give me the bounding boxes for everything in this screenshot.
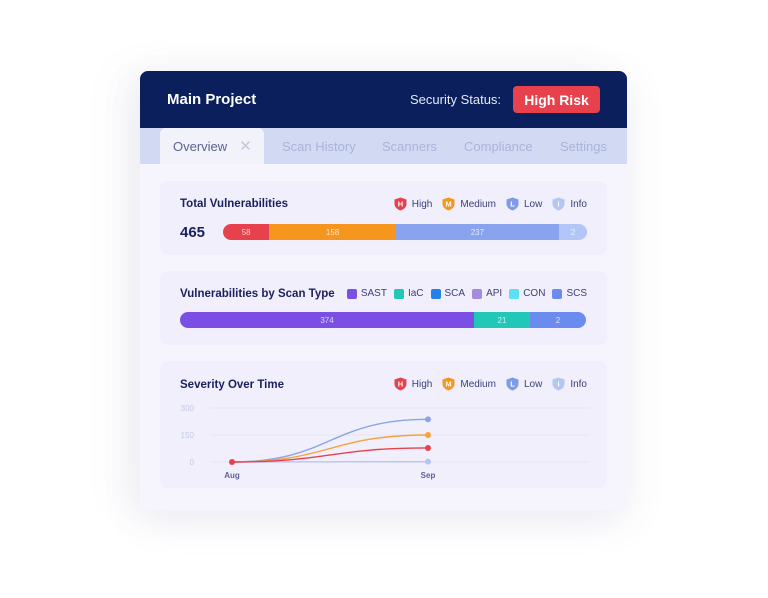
security-status-label: Security Status: — [410, 92, 502, 107]
card-title: Total Vulnerabilities — [180, 198, 288, 210]
total-vulnerabilities-card: Total Vulnerabilities H High M Medium L Low i I… — [160, 181, 607, 255]
legend-label: CON — [523, 288, 546, 299]
tab-compliance[interactable]: Compliance — [464, 139, 533, 154]
card-title: Vulnerabilities by Scan Type — [180, 288, 335, 300]
severity-line-chart: 0 150 300 Aug Sep — [181, 404, 590, 480]
legend-swatch — [552, 288, 563, 299]
legend-label: Info — [570, 198, 587, 210]
legend-swatch — [509, 288, 520, 299]
legend-item-sca: SCA — [430, 288, 466, 299]
legend-label: API — [486, 288, 503, 299]
severity-legend: H High M Medium L Low i Info — [384, 197, 587, 211]
legend-swatch — [472, 288, 483, 299]
shield-icon: H — [394, 197, 407, 211]
legend-item-api: API — [472, 288, 502, 299]
y-tick-label: 300 — [181, 404, 195, 413]
total-count: 465 — [180, 224, 206, 241]
tab-label: Overview — [173, 138, 228, 154]
legend-label: SAST — [360, 288, 387, 299]
scan-type-stacked-bar: 374 21 2 — [180, 312, 586, 328]
tab-overview[interactable]: Overview ✕ — [160, 128, 264, 164]
legend-label: Medium — [460, 198, 496, 210]
shield-icon: i — [552, 197, 565, 211]
bar-segment-info[interactable]: 2 — [558, 224, 587, 240]
shield-icon: L — [506, 197, 519, 211]
data-point-medium[interactable] — [425, 432, 431, 438]
tab-bar: Overview ✕ Scan History Scanners Complia… — [140, 128, 627, 164]
scan-type-card: Vulnerabilities by Scan Type SAST IaC SCA A… — [160, 271, 607, 345]
data-point-low[interactable] — [425, 416, 431, 423]
severity-over-time-card: Severity Over Time H High M Medium L Low i Info… — [160, 361, 607, 488]
svg-text:L: L — [510, 200, 515, 209]
bar-segment-scs[interactable]: 2 — [530, 312, 586, 328]
legend-label: High — [411, 198, 433, 210]
legend-item-con: CON — [509, 288, 545, 299]
bar-segment-low[interactable]: 237 — [395, 224, 559, 240]
project-header: Main Project Security Status: High Risk — [140, 71, 627, 128]
svg-text:i: i — [558, 200, 560, 209]
legend-item-iac: IaC — [393, 288, 424, 299]
project-title: Main Project — [167, 91, 257, 108]
shield-icon: M — [442, 197, 455, 211]
legend-item-low: L Low — [506, 197, 542, 211]
legend-item-medium: M Medium — [442, 197, 496, 211]
legend-item-scs: SCS — [552, 288, 587, 299]
severity-stacked-bar: 58 158 237 2 — [223, 224, 587, 240]
y-tick-label: 0 — [190, 458, 195, 467]
legend-swatch — [346, 288, 357, 299]
data-point-high-start[interactable] — [229, 459, 235, 465]
scan-type-legend: SAST IaC SCA API CON SCS — [340, 288, 587, 299]
data-point-high[interactable] — [425, 444, 431, 451]
bar-segment-medium[interactable]: 158 — [269, 224, 396, 240]
bar-segment-iac[interactable]: 21 — [474, 312, 530, 328]
legend-label: Low — [523, 198, 543, 210]
security-status-badge: High Risk — [513, 86, 600, 113]
y-tick-label: 150 — [181, 431, 195, 440]
legend-label: SCS — [566, 288, 587, 299]
bar-segment-sast[interactable]: 374 — [180, 312, 474, 328]
legend-swatch — [393, 288, 404, 299]
legend-item-sast: SAST — [346, 288, 387, 299]
svg-text:M: M — [446, 200, 452, 209]
x-tick-label: Sep — [421, 471, 436, 480]
close-icon[interactable]: ✕ — [239, 137, 252, 155]
project-window: Main Project Security Status: High Risk … — [140, 71, 627, 510]
legend-item-info: i Info — [552, 197, 587, 211]
legend-swatch — [430, 288, 441, 299]
tab-settings[interactable]: Settings — [560, 139, 607, 154]
legend-label: IaC — [407, 288, 424, 299]
legend-label: SCA — [444, 288, 466, 299]
legend-item-high: H High — [394, 197, 433, 211]
bar-segment-high[interactable]: 58 — [223, 224, 270, 240]
tab-scan-history[interactable]: Scan History — [282, 139, 356, 154]
tab-scanners[interactable]: Scanners — [382, 139, 437, 154]
data-point-info[interactable] — [425, 458, 431, 465]
x-tick-label: Aug — [224, 471, 240, 480]
svg-text:H: H — [398, 200, 403, 209]
